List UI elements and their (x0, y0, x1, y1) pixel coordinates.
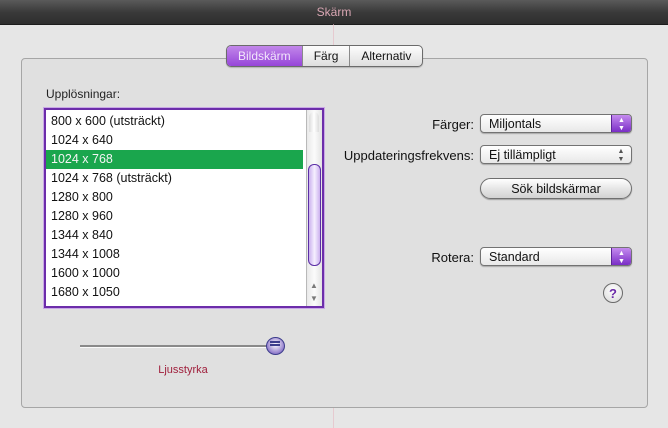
list-item[interactable]: 1280 x 800 (46, 188, 303, 207)
help-button[interactable]: ? (603, 283, 623, 303)
list-item[interactable]: 1600 x 1000 (46, 264, 303, 283)
list-item[interactable]: 1344 x 840 (46, 226, 303, 245)
list-item-selected[interactable]: 1024 x 768 (46, 150, 303, 169)
detect-displays-button[interactable]: Sök bildskärmar (480, 178, 632, 199)
resolutions-label: Upplösningar: (46, 87, 121, 101)
brightness-label: Ljusstyrka (158, 364, 208, 376)
popup-arrows-icon: ▲ ▼ (611, 115, 631, 132)
window-title: Skärm (316, 5, 352, 19)
rotate-popup[interactable]: Standard ▲ ▼ (480, 247, 632, 266)
scroll-up-arrow-icon[interactable]: ▲ (307, 279, 321, 292)
scroll-down-arrow-icon[interactable]: ▼ (307, 292, 321, 305)
colors-popup-value: Miljontals (489, 117, 542, 131)
list-item[interactable]: 1024 x 640 (46, 131, 303, 150)
refresh-rate-popup[interactable]: Ej tillämpligt ▲ ▼ (480, 145, 632, 164)
colors-popup[interactable]: Miljontals ▲ ▼ (480, 114, 632, 133)
popup-arrows-icon: ▲ ▼ (611, 248, 631, 265)
tab-color[interactable]: Färg (301, 46, 350, 66)
tab-display[interactable]: Bildskärm (227, 46, 302, 66)
list-item[interactable]: 1024 x 768 (utsträckt) (46, 169, 303, 188)
refresh-rate-label: Uppdateringsfrekvens: (343, 148, 474, 163)
popup-arrows-icon: ▲ ▼ (617, 148, 625, 163)
scrollbar-thumb[interactable] (308, 164, 321, 266)
colors-label: Färger: (432, 117, 474, 132)
title-bar: Skärm (0, 0, 668, 25)
list-item[interactable]: 1344 x 1008 (46, 245, 303, 264)
rotate-popup-value: Standard (489, 250, 540, 264)
tab-bar: Bildskärm Färg Alternativ (226, 45, 424, 67)
refresh-rate-popup-value: Ej tillämpligt (489, 148, 556, 162)
list-scrollbar[interactable]: ▲ ▼ (306, 110, 322, 306)
rotate-label: Rotera: (431, 250, 474, 265)
list-item[interactable]: 1680 x 1050 (46, 283, 303, 302)
tab-options[interactable]: Alternativ (349, 46, 422, 66)
list-item[interactable]: 800 x 600 (utsträckt) (46, 112, 303, 131)
brightness-slider-track[interactable] (80, 345, 272, 348)
brightness-slider-knob[interactable] (266, 337, 285, 355)
resolutions-list[interactable]: 800 x 600 (utsträckt) 1024 x 640 1024 x … (44, 108, 324, 308)
list-item[interactable]: 1280 x 960 (46, 207, 303, 226)
scrollbar-cap (309, 112, 319, 132)
